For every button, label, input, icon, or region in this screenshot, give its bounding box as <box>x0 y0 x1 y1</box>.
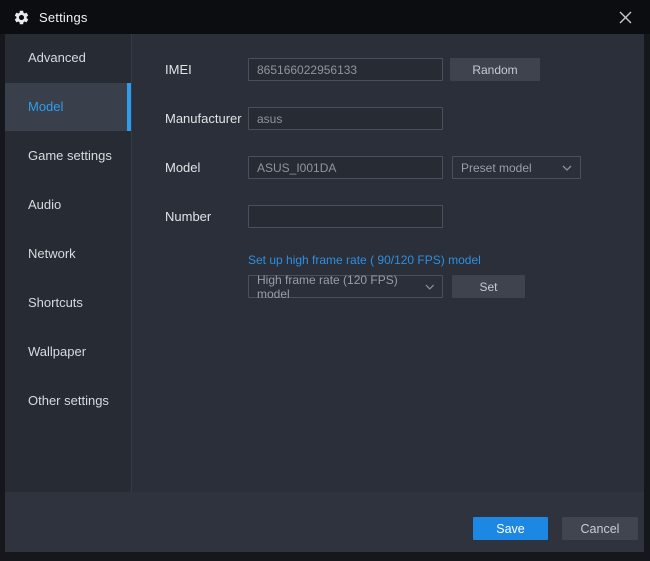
high-frame-rate-link[interactable]: Set up high frame rate ( 90/120 FPS) mod… <box>248 253 481 267</box>
sidebar-item-label: Audio <box>28 197 62 212</box>
chevron-down-icon <box>562 165 572 171</box>
sidebar: Advanced Model Game settings Audio Netwo… <box>5 34 132 492</box>
model-input[interactable] <box>248 156 443 179</box>
model-label: Model <box>165 160 201 175</box>
sidebar-item-label: Advanced <box>28 50 86 65</box>
sidebar-item-label: Wallpaper <box>28 344 87 359</box>
number-label: Number <box>165 209 212 224</box>
sidebar-item-network[interactable]: Network <box>5 230 131 278</box>
manufacturer-label: Manufacturer <box>165 111 242 126</box>
chevron-down-icon <box>425 284 434 290</box>
number-input[interactable] <box>248 205 443 228</box>
preset-model-dropdown[interactable]: Preset model <box>452 156 581 179</box>
sidebar-item-label: Model <box>28 99 64 114</box>
sidebar-item-other-settings[interactable]: Other settings <box>5 377 131 425</box>
save-button[interactable]: Save <box>473 517 548 540</box>
sidebar-item-label: Game settings <box>28 148 112 163</box>
manufacturer-input[interactable] <box>248 107 443 130</box>
settings-body: Advanced Model Game settings Audio Netwo… <box>5 34 644 552</box>
sidebar-item-label: Shortcuts <box>28 295 83 310</box>
cancel-button[interactable]: Cancel <box>562 517 638 540</box>
sidebar-item-game-settings[interactable]: Game settings <box>5 132 131 180</box>
imei-input[interactable] <box>248 58 443 81</box>
close-icon <box>619 11 631 23</box>
sidebar-item-label: Other settings <box>28 393 109 408</box>
preset-model-dropdown-value: Preset model <box>461 160 532 175</box>
sidebar-item-shortcuts[interactable]: Shortcuts <box>5 279 131 327</box>
settings-window: Settings Advanced Model Game settings Au… <box>0 0 650 561</box>
close-button[interactable] <box>608 0 642 34</box>
titlebar: Settings <box>0 0 650 34</box>
footer: Save Cancel <box>5 492 644 552</box>
gear-icon <box>13 9 30 26</box>
sidebar-item-model[interactable]: Model <box>5 83 132 131</box>
window-title: Settings <box>39 9 88 25</box>
random-button[interactable]: Random <box>450 58 540 81</box>
set-button[interactable]: Set <box>452 275 525 298</box>
high-frame-rate-dropdown-value: High frame rate (120 FPS) model <box>257 272 398 301</box>
high-frame-rate-dropdown[interactable]: High frame rate (120 FPS) model <box>248 272 443 301</box>
imei-label: IMEI <box>165 62 192 77</box>
sidebar-divider <box>131 34 132 492</box>
sidebar-item-advanced[interactable]: Advanced <box>5 34 131 82</box>
sidebar-item-wallpaper[interactable]: Wallpaper <box>5 328 131 376</box>
sidebar-item-label: Network <box>28 246 76 261</box>
sidebar-item-audio[interactable]: Audio <box>5 181 131 229</box>
